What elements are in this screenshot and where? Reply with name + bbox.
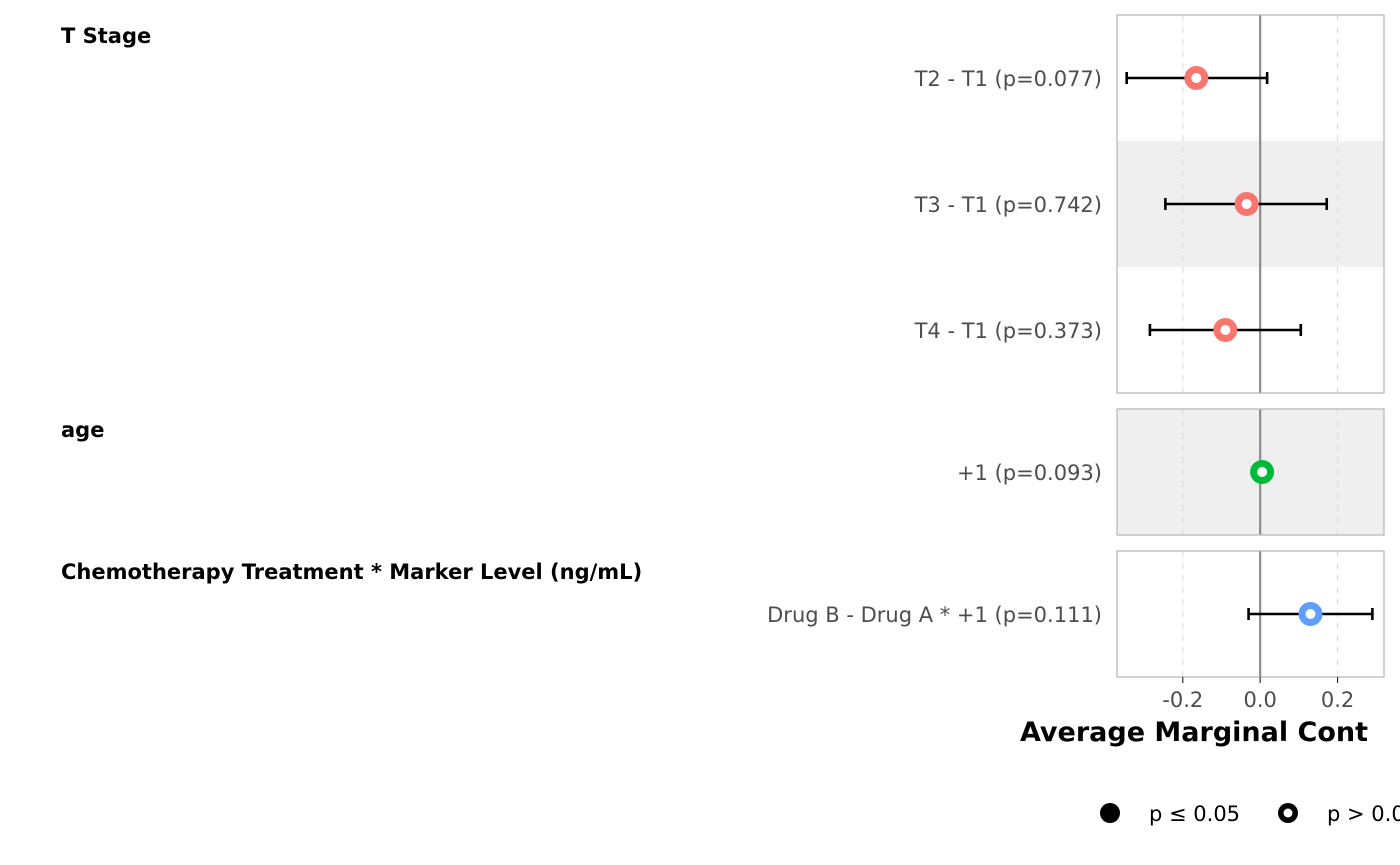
row-label: Drug B - Drug A * +1 (p=0.111): [767, 603, 1102, 627]
panel-title: Chemotherapy Treatment * Marker Level (n…: [61, 560, 642, 584]
row-label: T3 - T1 (p=0.742): [914, 193, 1102, 217]
point-estimate-hole: [1220, 325, 1231, 335]
row-label: T2 - T1 (p=0.077): [914, 67, 1102, 91]
point-estimate-hole: [1241, 199, 1252, 209]
legend-filled-circle-icon: [1100, 803, 1120, 823]
forest-plot: T Stage T2 - T1 (p=0.077) T3 - T1 (p=0.742…: [61, 14, 1400, 826]
x-tick-label: 0.0: [1243, 688, 1276, 712]
point-estimate-hole: [1191, 73, 1202, 83]
legend-label: p ≤ 0.05: [1149, 802, 1240, 826]
panel-title: T Stage: [61, 24, 151, 48]
row-label: +1 (p=0.093): [957, 461, 1102, 485]
row-label: T4 - T1 (p=0.373): [914, 319, 1102, 343]
panel-title: age: [61, 418, 104, 442]
point-estimate-hole: [1305, 609, 1316, 619]
legend-open-circle-hole: [1283, 808, 1293, 818]
x-tick-label: 0.2: [1321, 688, 1354, 712]
legend-label: p > 0.05: [1327, 802, 1400, 826]
x-tick-label: -0.2: [1162, 688, 1203, 712]
x-axis-title: Average Marginal Cont: [1020, 717, 1368, 748]
point-estimate-hole: [1257, 467, 1268, 477]
